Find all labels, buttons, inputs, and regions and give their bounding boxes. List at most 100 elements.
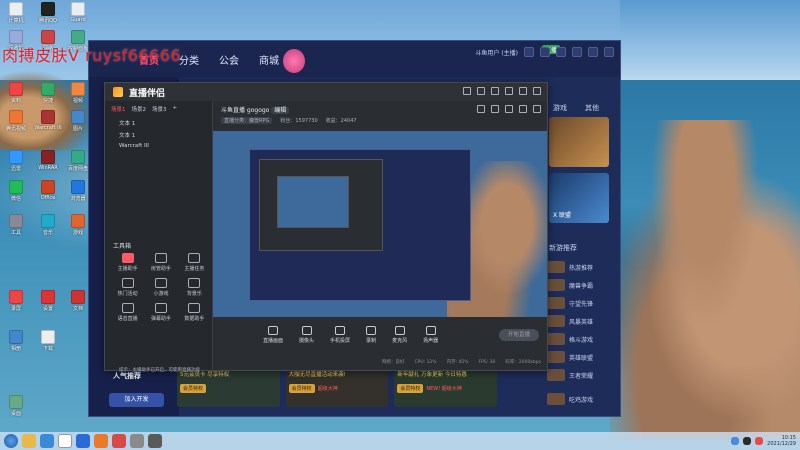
app-taskbar-icon[interactable] (76, 434, 90, 448)
desktop-icon[interactable]: 腾讯视频 (2, 110, 30, 136)
desktop-icon[interactable]: 工具 (2, 214, 30, 240)
share-icon[interactable] (533, 105, 541, 113)
desktop-icon[interactable]: Warcraft III (34, 110, 62, 136)
companion-taskbar-icon[interactable] (94, 434, 108, 448)
tools-icon (9, 214, 23, 228)
tool-room-manager[interactable]: 房管助手 (144, 253, 177, 272)
nav-category[interactable]: 分类 (179, 52, 199, 67)
desktop-icon[interactable]: 设置 (34, 290, 62, 316)
cloud-drive-icon (71, 150, 85, 164)
desktop-icon[interactable]: 计算机 (2, 2, 30, 28)
side-list-item[interactable]: 热游推荐 (547, 261, 593, 273)
qq-taskbar-icon[interactable] (58, 434, 72, 448)
edit-button[interactable]: 编辑 (271, 107, 290, 114)
desktop-icon[interactable]: 桌面 (2, 395, 30, 421)
side-list-item[interactable]: 守望先锋 (547, 297, 593, 309)
manager-icon (154, 253, 167, 263)
ie-icon[interactable] (40, 434, 54, 448)
promo-card[interactable]: 大咖无尽直播活动来袭! 会员特权 超级大神 (285, 367, 389, 407)
source-item[interactable]: 文本 1 (105, 129, 212, 141)
window-icon[interactable] (505, 105, 513, 113)
minimize-icon[interactable] (505, 87, 513, 95)
game-taskbar-icon[interactable] (112, 434, 126, 448)
toolbar-record[interactable]: 录制 (366, 326, 376, 344)
desktop-icon[interactable]: 微信 (2, 180, 30, 206)
desktop-icon[interactable]: 腾讯QQ (34, 2, 62, 28)
toolbar-camera[interactable]: 摄像头 (299, 326, 314, 344)
promo-card[interactable]: 5元会员卡 尽享特权 会员特权 (177, 367, 280, 407)
live-preview[interactable] (213, 131, 547, 317)
tool-voice-live[interactable]: 语音直播 (111, 303, 144, 322)
tab-scene-1[interactable]: 场景1 (111, 105, 126, 113)
layout-icon[interactable] (519, 105, 527, 113)
message-icon[interactable] (524, 47, 534, 57)
tool-streamer-assistant[interactable]: 主播助手 (111, 253, 144, 272)
desktop-icon[interactable]: 迅雷 (2, 150, 30, 176)
tab-other[interactable]: 其他 (585, 103, 599, 113)
toolbar-speaker[interactable]: 扬声器 (423, 326, 438, 344)
menu-icon[interactable] (556, 47, 566, 57)
tool-data[interactable]: 数据助手 (178, 303, 211, 322)
tool-danmaku[interactable]: 弹幕助手 (144, 303, 177, 322)
desktop-icon[interactable]: Office (34, 180, 62, 206)
side-list-item[interactable]: 英雄联盟 (547, 351, 593, 363)
desktop-icon[interactable]: 录屏 (2, 290, 30, 316)
side-list-item[interactable]: 魔兽争霸 (547, 279, 593, 291)
game-thumbnail[interactable] (549, 117, 609, 167)
minimize-icon[interactable] (572, 47, 582, 57)
room-category[interactable]: 直播分类：魔兽RPG (221, 117, 273, 124)
clock[interactable]: 10:15 2021/12/29 (767, 435, 796, 447)
start-live-button[interactable]: 开始直播 (499, 329, 539, 341)
settings-icon[interactable] (477, 87, 485, 95)
join-button[interactable]: 加入开发 (109, 393, 164, 407)
close-icon[interactable] (533, 87, 541, 95)
companion-title: 直播伴侣 (129, 88, 166, 99)
volume-tray-icon[interactable] (743, 437, 752, 445)
desktop-icon[interactable]: 下载 (34, 330, 62, 356)
source-item[interactable]: 文本 1 (105, 117, 212, 129)
side-list-item[interactable]: 格斗游戏 (547, 333, 593, 345)
user-name[interactable]: 斗鱼用户 (主播) (475, 48, 518, 57)
desktop-icon[interactable]: 相册 (2, 330, 30, 356)
desktop-icon[interactable]: WinRAR (34, 150, 62, 176)
tab-games[interactable]: 游戏 (553, 103, 567, 113)
side-list-item[interactable]: 吃鸡游戏 (547, 393, 593, 405)
game-icon (71, 214, 85, 228)
start-menu-icon[interactable] (4, 434, 18, 448)
tab-scene-2[interactable]: 场景2 (132, 105, 147, 113)
desktop-icon[interactable]: 快捷 (34, 82, 62, 108)
lock-icon[interactable] (491, 105, 499, 113)
maximize-icon[interactable] (588, 47, 598, 57)
tool-mini-games[interactable]: 小游戏 (144, 278, 177, 297)
game-thumbnail[interactable]: X 联盟 (549, 173, 609, 223)
menu-icon[interactable] (491, 87, 499, 95)
desktop-icon[interactable]: 资料 (2, 82, 30, 108)
promo-card[interactable]: 新年献礼 万象更新 今日特惠 会员特权 NEW! 超级大神 (394, 367, 498, 407)
toolbar-live-scene[interactable]: 直播画面 (263, 326, 283, 344)
toolbar-microphone[interactable]: 麦克风 (392, 326, 407, 344)
app-tray-icon[interactable] (755, 437, 764, 445)
tool-hot-events[interactable]: 热门活动 (111, 278, 144, 297)
maximize-icon[interactable] (519, 87, 527, 95)
terminal-taskbar-icon[interactable] (148, 434, 162, 448)
side-list-item[interactable]: 王者荣耀 (547, 369, 593, 381)
toolbar-phone-cast[interactable]: 手机投屏 (330, 326, 350, 344)
nav-guild[interactable]: 公会 (219, 52, 239, 67)
avatar-icon[interactable] (463, 87, 471, 95)
desktop-icon[interactable]: Guard (64, 2, 92, 28)
desktop-icon[interactable]: 音乐 (34, 214, 62, 240)
warcraft-taskbar-icon[interactable] (130, 434, 144, 448)
tool-bgm[interactable]: 背景乐 (178, 278, 211, 297)
screen-icon[interactable] (477, 105, 485, 113)
taskbar: 10:15 2021/12/29 (0, 432, 800, 450)
network-tray-icon[interactable] (731, 437, 740, 445)
skin-icon[interactable] (540, 47, 550, 57)
side-list-item[interactable]: 风暴英雄 (547, 315, 593, 327)
explorer-icon[interactable] (22, 434, 36, 448)
tab-scene-3[interactable]: 场景3 (152, 105, 167, 113)
source-item[interactable]: Warcraft III (105, 141, 212, 151)
nav-store[interactable]: 商城 (259, 52, 279, 67)
close-icon[interactable] (604, 47, 614, 57)
tool-streamer-tasks[interactable]: 主播任务 (178, 253, 211, 272)
add-scene-icon[interactable]: + (173, 105, 178, 113)
